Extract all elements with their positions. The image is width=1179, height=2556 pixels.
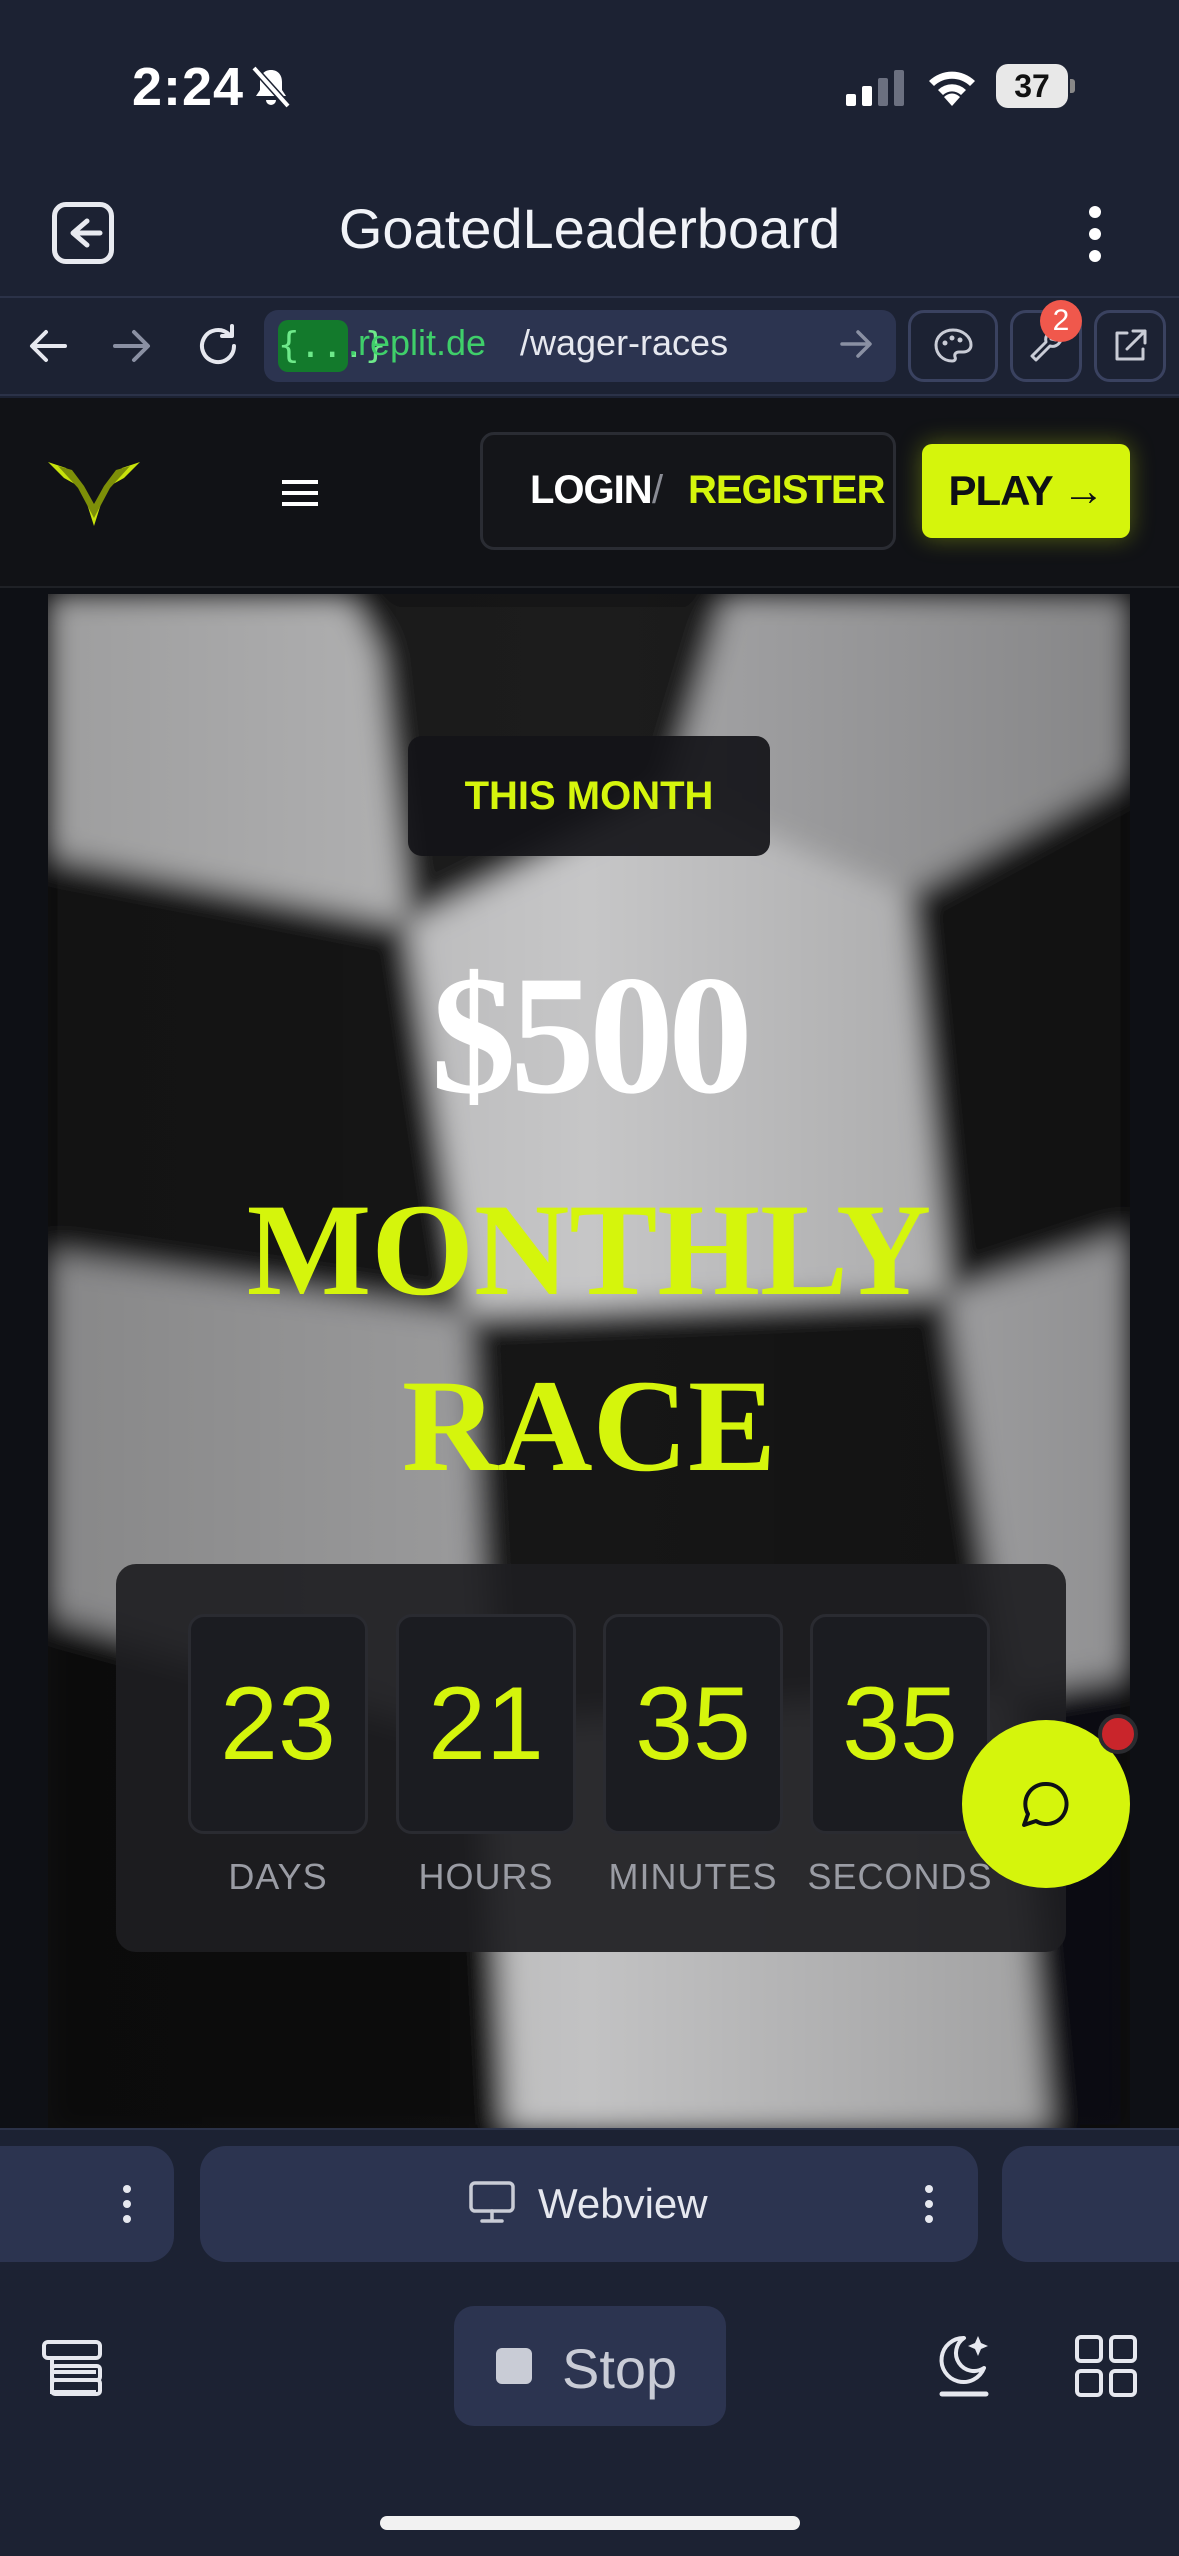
battery-icon: 37	[996, 64, 1076, 108]
race-title: MONTHLY RACE	[108, 1162, 1070, 1514]
url-path: /wager-races	[520, 322, 729, 363]
url-domain: .replit.de	[348, 322, 487, 363]
countdown-days-value: 23	[188, 1614, 368, 1834]
external-link-icon	[1115, 329, 1147, 361]
play-button[interactable]: PLAY →	[922, 444, 1130, 538]
menu-icon[interactable]	[282, 478, 318, 508]
tab-previous-menu-icon[interactable]	[122, 2184, 132, 2224]
palette-button[interactable]	[908, 310, 998, 382]
app-title: GoatedLeaderboard	[338, 197, 841, 260]
battery-level: 37	[996, 64, 1068, 108]
countdown-hours-label: HOURS	[418, 1856, 554, 1897]
monitor-icon	[469, 2181, 515, 2223]
stop-icon	[496, 2348, 532, 2384]
stop-label: Stop	[562, 2337, 678, 2400]
home-indicator[interactable]	[380, 2516, 800, 2530]
more-vertical-icon[interactable]	[1086, 206, 1104, 262]
login-link[interactable]: LOGIN	[530, 468, 653, 513]
race-hero: THIS MONTH $500 MONTHLY RACE 23 21 35 35…	[48, 594, 1130, 2128]
reload-icon[interactable]	[192, 320, 244, 372]
database-icon[interactable]	[40, 2336, 104, 2400]
chat-notification-dot	[1098, 1714, 1138, 1754]
register-link[interactable]: REGISTER	[688, 468, 885, 513]
back-arrow-icon[interactable]	[24, 322, 72, 370]
tab-previous[interactable]	[0, 2146, 174, 2262]
race-title-line1: MONTHLY	[246, 1176, 932, 1323]
status-time: 2:24	[132, 57, 245, 117]
race-title-line2: RACE	[401, 1352, 777, 1499]
url-chip: {...}	[278, 320, 386, 372]
go-arrow-icon[interactable]	[836, 324, 876, 364]
open-external-button[interactable]	[1094, 310, 1166, 382]
forward-arrow-icon[interactable]	[108, 322, 156, 370]
tab-next[interactable]	[1002, 2146, 1179, 2262]
apps-grid-icon[interactable]	[1074, 2334, 1138, 2398]
site-navbar: LOGIN / REGISTER PLAY →	[0, 398, 1179, 588]
ai-assistant-icon[interactable]	[934, 2330, 994, 2400]
tab-webview-menu-icon[interactable]	[924, 2184, 934, 2224]
prize-amount: $500	[431, 941, 753, 1129]
wifi-icon	[929, 71, 975, 106]
tab-webview-label: Webview	[538, 2180, 708, 2227]
goat-logo-icon[interactable]	[44, 446, 144, 536]
bell-muted-icon	[251, 65, 291, 109]
cell-signal-icon	[846, 70, 904, 106]
period-badge: THIS MONTH	[408, 736, 770, 856]
palette-icon	[934, 328, 973, 363]
notification-badge: 2	[1040, 300, 1082, 342]
countdown-hours-value: 21	[396, 1614, 576, 1834]
countdown-minutes-label: MINUTES	[608, 1856, 778, 1897]
countdown-days-label: DAYS	[228, 1856, 328, 1897]
auth-separator: /	[652, 468, 664, 512]
countdown-minutes-value: 35	[603, 1614, 783, 1834]
